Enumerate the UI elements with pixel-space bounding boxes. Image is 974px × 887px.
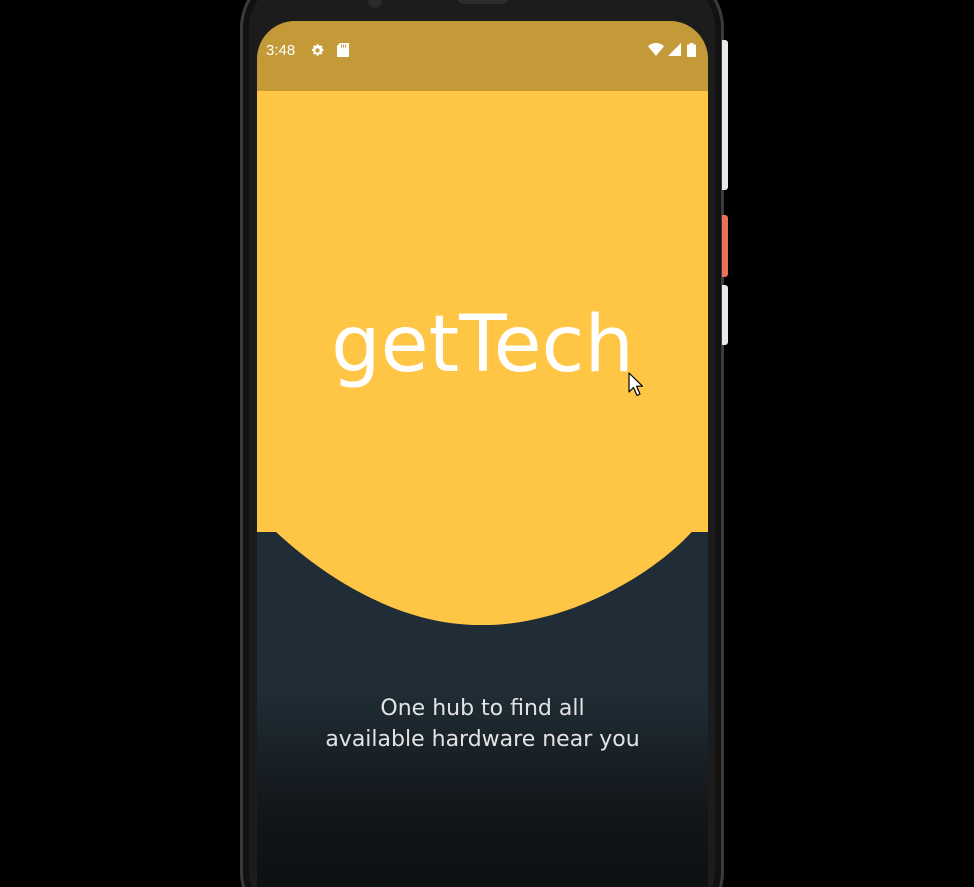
tagline: One hub to find all available hardware n… xyxy=(257,693,708,755)
phone-screen[interactable]: 3:48 getTech One hub to find all availab… xyxy=(257,21,708,887)
tagline-line-2: available hardware near you xyxy=(325,727,640,752)
earpiece-speaker xyxy=(458,0,508,4)
status-bar: 3:48 xyxy=(257,21,708,92)
tagline-line-1: One hub to find all xyxy=(380,696,585,721)
battery-icon xyxy=(687,43,696,57)
emulator-stage: 3:48 getTech One hub to find all availab… xyxy=(0,0,974,887)
mouse-cursor-icon xyxy=(628,372,644,397)
status-time: 3:48 xyxy=(266,42,296,59)
cellular-signal-icon xyxy=(668,43,681,57)
settings-icon xyxy=(310,43,325,57)
volume-down-button[interactable] xyxy=(722,285,728,345)
power-button[interactable] xyxy=(722,40,728,190)
volume-up-button[interactable] xyxy=(722,215,728,277)
wifi-icon xyxy=(648,43,664,57)
sd-card-icon xyxy=(337,43,349,57)
